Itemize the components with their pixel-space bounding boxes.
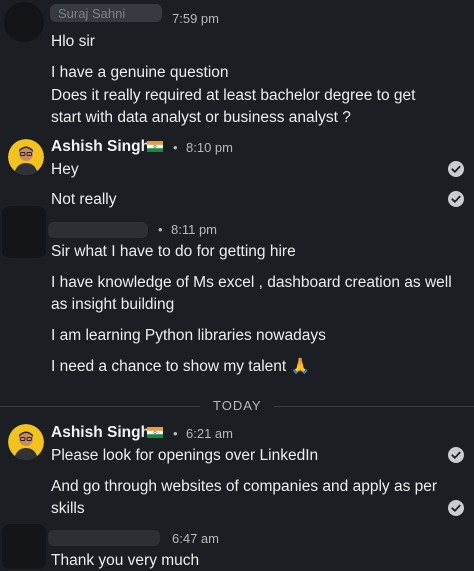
- separator-dot: •: [173, 140, 178, 155]
- message-line: as insight building: [51, 296, 175, 313]
- message-line: Hlo sir: [51, 33, 95, 50]
- sender-name-m4[interactable]: Ashish Singh: [51, 424, 150, 442]
- redacted-avatar: [4, 2, 44, 42]
- redacted-avatar: [2, 524, 46, 569]
- message-line: Hey: [51, 161, 79, 178]
- redacted-sender-name: [48, 222, 148, 238]
- separator-dot: •: [158, 222, 163, 237]
- message-line: Please look for openings over LinkedIn: [51, 447, 319, 464]
- redacted-avatar: [2, 206, 46, 258]
- message-line: Thank you very much: [51, 552, 200, 569]
- message-line: I need a chance to show my talent 🙏: [51, 358, 310, 375]
- timestamp-m3: 8:11 pm: [171, 222, 218, 237]
- check-circle-icon: [448, 161, 464, 177]
- india-flag-icon: [147, 427, 163, 438]
- check-circle-icon: [448, 500, 464, 516]
- date-divider-line: [0, 406, 200, 407]
- india-flag-icon: [147, 141, 163, 152]
- avatar[interactable]: [8, 424, 44, 460]
- separator-dot: •: [173, 426, 178, 441]
- message-line: start with data analyst or business anal…: [51, 109, 351, 126]
- message-line: Does it really required at least bachelo…: [51, 87, 416, 104]
- check-circle-icon: [448, 447, 464, 463]
- person-avatar-icon: [8, 424, 44, 460]
- message-line: I am learning Python libraries nowadays: [51, 327, 326, 344]
- avatar[interactable]: [8, 139, 44, 175]
- message-line: I have a genuine question: [51, 64, 229, 81]
- sender-name-m1: Suraj Sahni: [58, 6, 126, 21]
- date-divider-label: TODAY: [213, 398, 262, 413]
- timestamp-m1: 7:59 pm: [172, 11, 219, 26]
- timestamp-m5: 6:47 am: [172, 531, 219, 546]
- message-line: Sir what I have to do for getting hire: [51, 243, 296, 260]
- redacted-sender-name: [48, 530, 160, 546]
- sender-name-m2[interactable]: Ashish Singh: [51, 138, 150, 156]
- message-line: Not really: [51, 191, 117, 208]
- timestamp-m2: 8:10 pm: [186, 140, 233, 155]
- message-line: skills: [51, 500, 85, 517]
- timestamp-m4: 6:21 am: [186, 426, 233, 441]
- person-avatar-icon: [8, 139, 44, 175]
- message-line: I have knowledge of Ms excel , dashboard…: [51, 274, 452, 291]
- date-divider-line: [274, 406, 474, 407]
- message-line: And go through websites of companies and…: [51, 478, 438, 495]
- check-circle-icon: [448, 191, 464, 207]
